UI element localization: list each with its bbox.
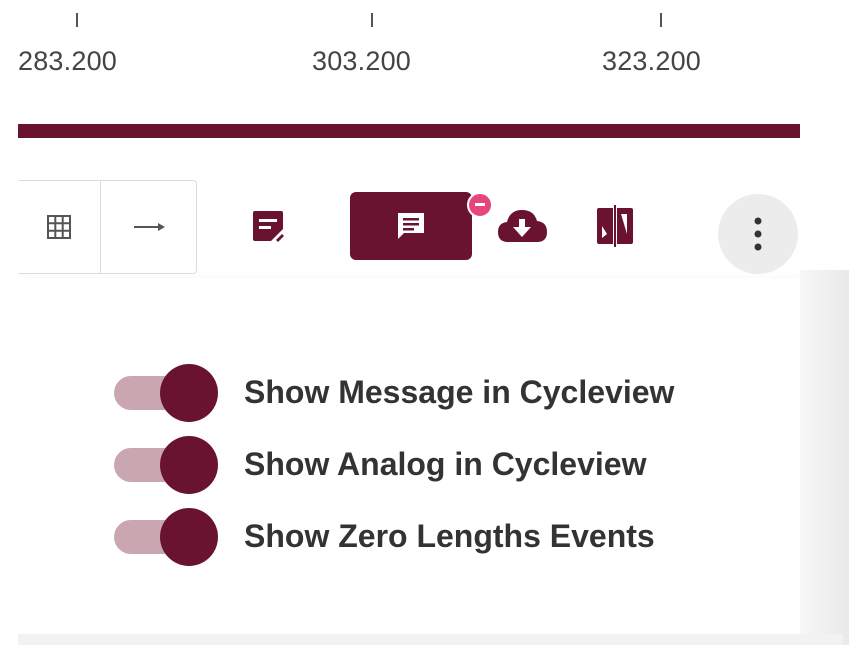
toggle-thumb (160, 508, 218, 566)
message-icon (398, 213, 424, 239)
axis-tick-label: 283.200 (18, 46, 117, 76)
note-edit-button[interactable] (246, 204, 290, 248)
arrow-right-icon (133, 223, 165, 231)
app-frame: 283.200 303.200 323.200 Show Message in … (18, 8, 843, 634)
toggle-row-message: Show Message in Cycleview (114, 362, 674, 422)
grid-view-button[interactable] (18, 181, 101, 273)
cloud-download-button[interactable] (492, 204, 552, 248)
toggle-row-analog: Show Analog in Cycleview (114, 434, 646, 494)
axis-tick (76, 13, 78, 27)
axis-tick-label: 323.200 (602, 46, 701, 76)
toggle-thumb (160, 436, 218, 494)
more-vertical-icon (754, 217, 762, 251)
message-button[interactable] (350, 192, 472, 260)
show-analog-toggle[interactable] (114, 434, 222, 494)
axis-tick (660, 13, 662, 27)
toggle-label: Show Analog in Cycleview (244, 445, 647, 482)
grid-icon (47, 215, 71, 239)
split-view-button[interactable] (592, 202, 638, 250)
cycleview-options-panel: Show Message in Cycleview Show Analog in… (18, 278, 800, 634)
note-edit-icon (253, 211, 284, 242)
notification-badge (467, 192, 493, 218)
show-message-toggle[interactable] (114, 362, 222, 422)
axis-tick-label: 303.200 (312, 46, 411, 76)
toggle-label: Show Zero Lengths Events (244, 517, 655, 554)
timeline-bar[interactable] (18, 124, 800, 138)
axis-tick (371, 13, 373, 27)
page-bottom-edge (18, 634, 843, 645)
arrow-right-button[interactable] (101, 181, 196, 273)
toggle-row-zero-length: Show Zero Lengths Events (114, 506, 655, 566)
toggle-thumb (160, 364, 218, 422)
view-mode-button-group (18, 180, 197, 274)
timeline-axis: 283.200 303.200 323.200 (18, 8, 843, 118)
split-view-icon (597, 205, 633, 247)
cloud-download-icon (498, 210, 547, 242)
toggle-label: Show Message in Cycleview (244, 373, 675, 410)
more-options-button[interactable] (718, 194, 798, 274)
show-zero-lengths-toggle[interactable] (114, 506, 222, 566)
page-gutter (800, 270, 849, 645)
